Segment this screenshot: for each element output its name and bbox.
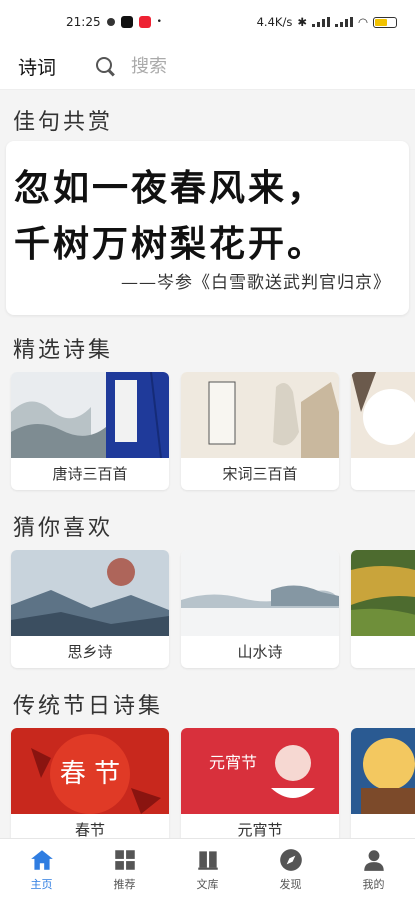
recommend-image-homesick (11, 550, 169, 636)
grid-icon (114, 850, 135, 870)
nav-label-home: 主页 (30, 878, 53, 891)
nav-item-mine[interactable]: 我的 (339, 847, 409, 892)
festival-label: 中 (351, 814, 415, 838)
signal-icon-2 (334, 17, 353, 27)
nav-label-library: 文库 (196, 878, 219, 891)
battery-icon (373, 16, 397, 28)
nav-item-discover[interactable]: 发现 (256, 847, 326, 892)
collection-label (351, 458, 415, 490)
festival-image-lantern: 元宵节 (181, 728, 339, 814)
collections-section-title: 精选诗集 (13, 338, 114, 363)
search-icon[interactable] (95, 56, 117, 78)
collection-card-song[interactable]: 宋词三百首 (181, 372, 339, 490)
festival-badge-text: 元宵节 (209, 753, 257, 772)
recommend-label: 思乡诗 (67, 643, 113, 661)
bottom-nav: 主页 推荐 文库 发现 我的 (0, 838, 415, 900)
nav-item-library[interactable]: 文库 (173, 847, 243, 892)
library-icon (197, 851, 218, 870)
collection-image-tang (11, 372, 169, 458)
quote-line-1: 忽如一夜春风来， (14, 167, 327, 209)
collection-label: 宋词三百首 (222, 465, 298, 483)
app-header: 诗词 (0, 44, 415, 90)
festivals-section-title: 传统节日诗集 (13, 694, 164, 719)
page-title: 诗词 (18, 57, 57, 79)
wechat-icon (106, 18, 115, 26)
featured-quote-card[interactable]: 忽如一夜春风来， 千树万树梨花开。 ——岑参《白雪歌送武判官归京》 (6, 141, 409, 315)
festival-label: 春节 (74, 821, 105, 838)
festival-card-spring[interactable]: 春 节 春节 (11, 728, 169, 838)
recommend-image-pastoral (351, 550, 415, 636)
tiktok-icon (120, 16, 133, 28)
search-box[interactable] (95, 49, 415, 85)
dot-icon: • (156, 17, 162, 27)
recommend-card-landscape[interactable]: 山水诗 (181, 550, 339, 668)
signal-icon (311, 17, 330, 27)
festival-label: 元宵节 (237, 821, 283, 838)
recommend-card-homesick[interactable]: 思乡诗 (11, 550, 169, 668)
quote-source: ——岑参《白雪歌送武判官归京》 (121, 273, 391, 293)
person-icon (363, 850, 384, 871)
nav-label-discover: 发现 (279, 878, 302, 891)
recommend-card-pastoral[interactable]: 田 (351, 550, 415, 668)
wifi-icon: ◠ (357, 15, 368, 29)
nav-item-home[interactable]: 主页 (7, 847, 77, 892)
collection-label: 唐诗三百首 (52, 465, 128, 483)
home-icon (30, 850, 53, 870)
festival-card-midautumn[interactable]: 中 (351, 728, 415, 838)
recommend-image-landscape (181, 550, 339, 636)
festival-card-lantern[interactable]: 元宵节 元宵节 (181, 728, 339, 838)
status-bar: 21:25 • 4.4K/s ✱ ◠ (0, 0, 415, 44)
nav-label-mine: 我的 (362, 878, 385, 891)
compass-icon (279, 849, 302, 871)
nav-item-recommend[interactable]: 推荐 (90, 847, 160, 892)
app-notification-icon (138, 16, 151, 28)
collection-image-song (181, 372, 339, 458)
collection-card-more[interactable] (351, 372, 415, 490)
collections-row: 唐诗三百首 宋词三百首 (0, 372, 415, 494)
recommend-section-title: 猜你喜欢 (13, 516, 114, 541)
collection-image-more (351, 372, 415, 458)
bluetooth-icon: ✱ (297, 15, 307, 29)
festival-badge-text: 春 节 (60, 759, 120, 789)
search-input[interactable] (131, 56, 381, 77)
recommend-label: 山水诗 (237, 643, 283, 661)
recommend-row: 思乡诗 山水诗 田 (0, 550, 415, 672)
network-speed: 4.4K/s (256, 15, 293, 29)
nav-label-recommend: 推荐 (113, 878, 136, 891)
festival-image-midautumn (351, 728, 415, 814)
recommend-label: 田 (351, 636, 415, 668)
collection-card-tang[interactable]: 唐诗三百首 (11, 372, 169, 490)
featured-section-title: 佳句共赏 (13, 110, 114, 135)
quote-line-2: 千树万树梨花开。 (14, 223, 327, 265)
status-time: 21:25 (66, 15, 101, 29)
festivals-row: 春 节 春节 元宵节 元宵节 中 (0, 728, 415, 838)
festival-image-spring: 春 节 (11, 728, 169, 814)
